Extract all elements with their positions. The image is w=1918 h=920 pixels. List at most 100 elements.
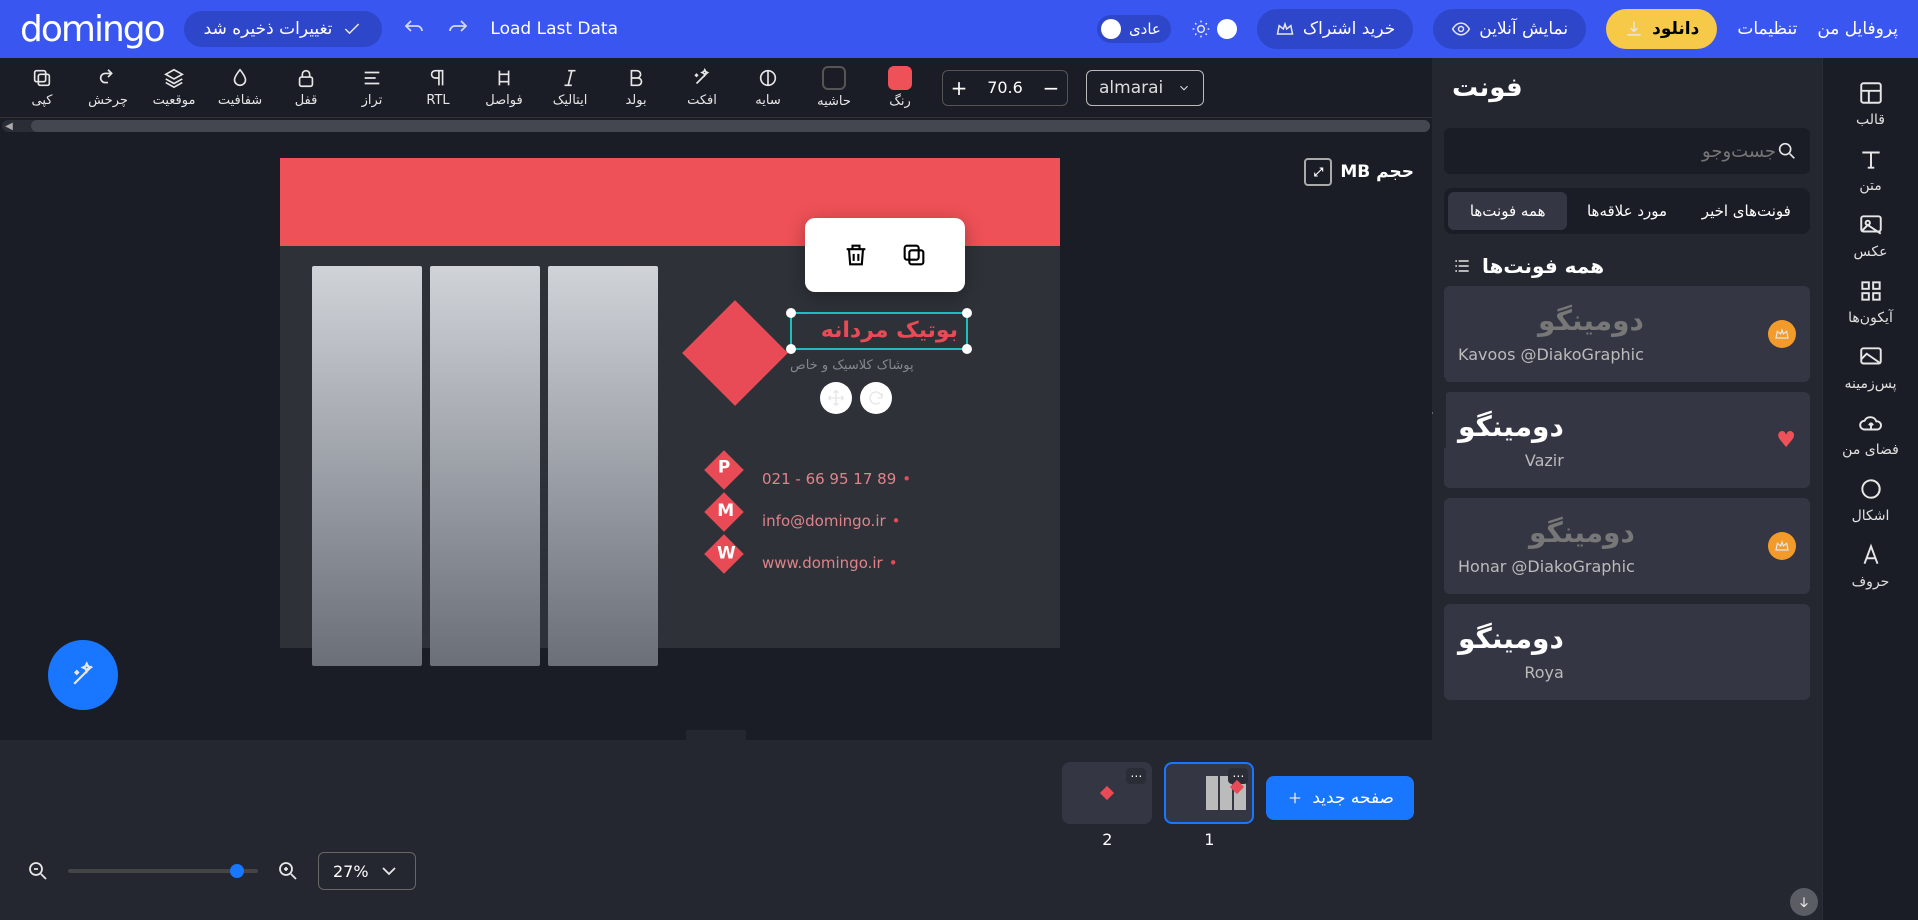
magic-fab[interactable] [48, 640, 118, 710]
zoom-dropdown[interactable]: 27% [318, 852, 416, 890]
selected-text-box[interactable]: بوتیک مردانه [790, 312, 968, 350]
cloud-icon [1858, 410, 1884, 436]
color-tool[interactable]: رنگ [876, 66, 924, 109]
fontsize-input[interactable] [975, 70, 1035, 106]
align-tool[interactable]: تراز [348, 67, 396, 108]
photo-1[interactable] [312, 266, 422, 666]
resize-handle[interactable] [962, 344, 972, 354]
sidebar-text[interactable]: متن [1858, 146, 1884, 194]
expand-tab[interactable] [686, 730, 746, 740]
size-box-icon: ⤢ [1304, 158, 1332, 186]
page-thumb-1[interactable]: ⋯ 1 [1164, 762, 1254, 849]
copy-tool[interactable]: کپی [18, 67, 66, 108]
h-scrollbar[interactable]: ◀ [2, 120, 1430, 132]
profile-link[interactable]: پروفایل من [1817, 19, 1898, 39]
resize-handle[interactable] [786, 308, 796, 318]
font-item-2[interactable]: دومینگوHonar @DiakoGraphic [1444, 498, 1810, 594]
title-text[interactable]: بوتیک مردانه [792, 314, 966, 347]
shadow-tool[interactable]: سایه [744, 67, 792, 108]
photo-2[interactable] [430, 266, 540, 666]
font-list[interactable]: دومینگوKavoos @DiakoGraphic ♥ دومینگوVaz… [1432, 286, 1822, 920]
scroll-left-icon[interactable]: ◀ [2, 120, 16, 132]
resize-handle[interactable] [786, 344, 796, 354]
sidebar-background[interactable]: پس‌زمینه [1845, 344, 1897, 392]
undo-icon[interactable] [402, 17, 426, 41]
settings-link[interactable]: تنظیمات [1737, 19, 1797, 39]
lock-tool[interactable]: قفل [282, 67, 330, 108]
theme-toggle[interactable] [1191, 19, 1237, 39]
subscribe-label: خرید اشتراک [1303, 19, 1395, 39]
tab-all[interactable]: همه فونت‌ها [1448, 192, 1567, 230]
zoom-slider[interactable] [68, 869, 258, 873]
move-handle[interactable] [820, 382, 852, 414]
font-select[interactable]: almarai [1086, 70, 1204, 106]
sidebar-icons[interactable]: آیکون‌ها [1848, 278, 1893, 326]
font-item-3[interactable]: دومینگوRoya [1444, 604, 1810, 700]
subtitle-text[interactable]: پوشاک کلاسیک و خاص [790, 358, 914, 373]
load-last-button[interactable]: Load Last Data [490, 19, 618, 39]
design-canvas[interactable]: بوتیک مردانه پوشاک کلاسیک و خاص P021 - 6… [280, 158, 1060, 648]
page-thumb-2[interactable]: ⋯ 2 [1062, 762, 1152, 849]
new-page-label: صفحه جدید [1312, 788, 1394, 808]
copy-icon [31, 67, 53, 89]
download-button[interactable]: دانلود [1606, 9, 1717, 49]
font-item-0[interactable]: دومینگوKavoos @DiakoGraphic [1444, 286, 1810, 382]
sidebar-myspace[interactable]: فضای من [1842, 410, 1899, 458]
opacity-tool[interactable]: شفافیت [216, 67, 264, 108]
tab-recent[interactable]: فونت‌های اخیر [1687, 192, 1806, 230]
size-label: حجم MB [1340, 162, 1414, 182]
resize-handle[interactable] [962, 308, 972, 318]
rotate-handle[interactable] [860, 382, 892, 414]
rtl-tool[interactable]: RTL [414, 67, 462, 108]
trash-icon[interactable] [842, 241, 870, 269]
arrow-down-icon [1796, 894, 1812, 910]
diamond-logo[interactable] [690, 308, 780, 398]
scroll-down-button[interactable] [1790, 888, 1818, 916]
sidebar-template[interactable]: قالب [1856, 80, 1885, 128]
effect-tool[interactable]: افکت [678, 67, 726, 108]
mode-toggle[interactable]: عادی [1097, 15, 1171, 43]
font-preview: دومینگو [1458, 304, 1644, 337]
duplicate-icon[interactable] [900, 241, 928, 269]
bold-icon [625, 67, 647, 89]
slider-thumb[interactable] [230, 864, 244, 878]
canvas-stage[interactable]: ◀ حجم MB ⤢ بوتیک مردانه پوشاک کلاسیک و خا… [0, 118, 1432, 740]
italic-tool[interactable]: ایتالیک [546, 67, 594, 108]
font-item-1[interactable]: ♥ دومینگوVazir [1444, 392, 1810, 488]
panel-collapse[interactable] [1432, 378, 1446, 448]
spacing-tool[interactable]: فواصل [480, 67, 528, 108]
preview-button[interactable]: نمایش آنلاین [1433, 9, 1586, 49]
file-size-chip[interactable]: حجم MB ⤢ [1304, 158, 1414, 186]
spacing-label: فواصل [485, 93, 522, 108]
position-tool[interactable]: موقعیت [150, 67, 198, 108]
heart-icon[interactable]: ♥ [1776, 428, 1796, 453]
rtl-label: RTL [426, 93, 449, 108]
sidebar-shapes[interactable]: اشکال [1852, 476, 1890, 524]
fontsize-plus[interactable]: + [943, 70, 975, 106]
zoom-out-icon[interactable] [26, 859, 50, 883]
new-page-button[interactable]: صفحه جدید [1266, 776, 1414, 820]
fontsize-stepper[interactable]: − + [942, 70, 1068, 106]
font-search-input[interactable] [1456, 141, 1776, 162]
zoom-in-icon[interactable] [276, 859, 300, 883]
sidebar-image[interactable]: عکس [1854, 212, 1888, 260]
rotate-tool[interactable]: چرخش [84, 67, 132, 108]
tab-fav[interactable]: مورد علاقه‌ها [1567, 192, 1686, 230]
margin-tool[interactable]: حاشیه [810, 66, 858, 109]
rotate-icon [97, 67, 119, 89]
lock-label: قفل [295, 93, 318, 108]
phone-row[interactable]: P021 - 66 95 17 89• [710, 456, 911, 488]
effect-label: افکت [687, 93, 717, 108]
fontsize-minus[interactable]: − [1035, 70, 1067, 106]
photo-3[interactable] [548, 266, 658, 666]
bold-tool[interactable]: بولد [612, 67, 660, 108]
email-row[interactable]: Minfo@domingo.ir• [710, 498, 901, 530]
redo-icon[interactable] [446, 17, 470, 41]
subscribe-button[interactable]: خرید اشتراک [1257, 9, 1413, 49]
app-logo: domingo [20, 9, 164, 50]
web-row[interactable]: Wwww.domingo.ir• [710, 540, 898, 572]
font-search[interactable] [1444, 128, 1810, 174]
sidebar-letters[interactable]: حروف [1852, 542, 1890, 590]
more-icon[interactable]: ⋯ [1126, 768, 1146, 784]
color-label: رنگ [889, 94, 911, 109]
